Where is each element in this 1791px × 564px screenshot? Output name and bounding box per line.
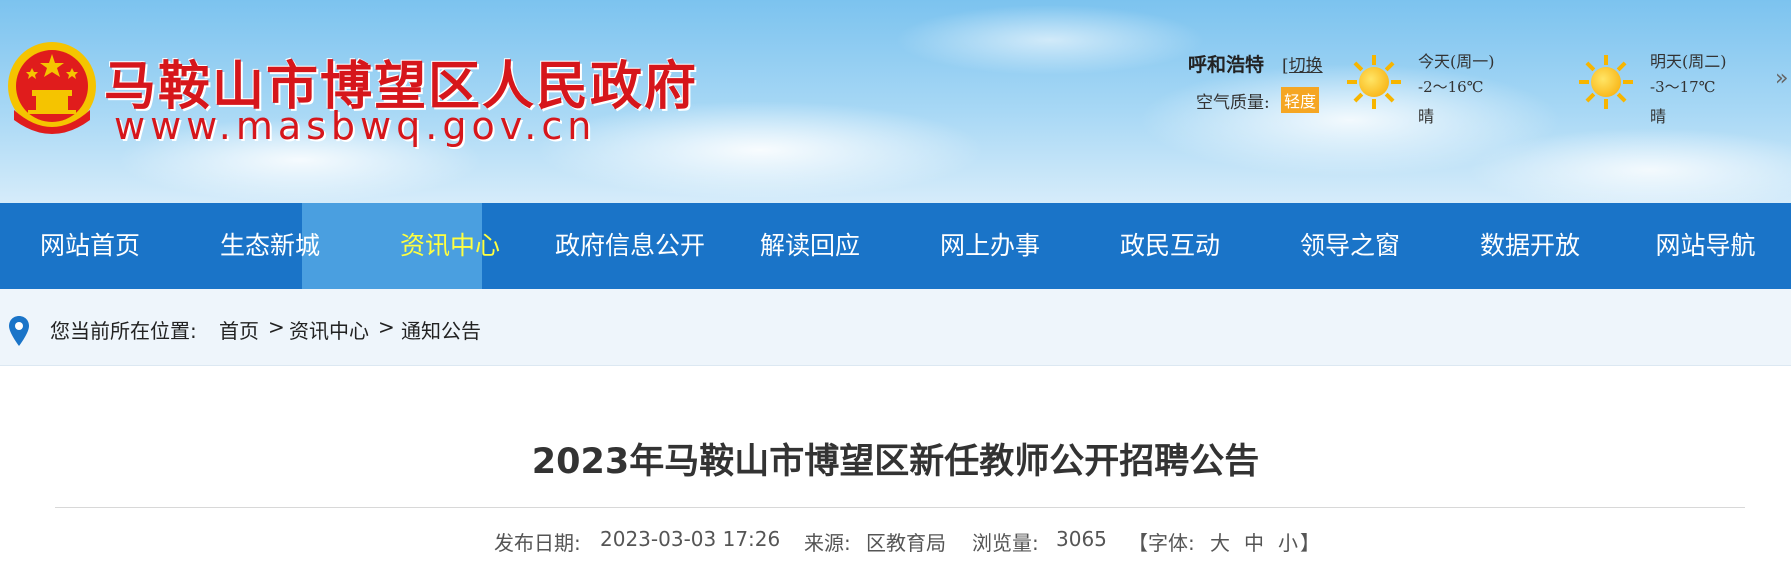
nav-item-interaction[interactable]: 政民互动 (1080, 203, 1260, 289)
weather-city: 呼和浩特 (1188, 54, 1265, 76)
font-size-open: 【字体: (1128, 531, 1195, 555)
site-header: 马鞍山市博望区人民政府 www.masbwq.gov.cn 呼和浩特 [切换 空… (0, 0, 1791, 203)
weather-condition: 晴 (1650, 107, 1667, 126)
sun-icon (1347, 55, 1401, 109)
breadcrumb-notices[interactable]: 通知公告 (401, 315, 481, 344)
nav-item-open-data[interactable]: 数据开放 (1440, 203, 1620, 289)
weather-day-label: 今天(周一) (1418, 52, 1495, 71)
nav-item-interpretation[interactable]: 解读回应 (720, 203, 900, 289)
breadcrumb-separator: > (378, 315, 395, 339)
city-switch-link[interactable]: [切换 (1282, 51, 1323, 76)
nav-item-news-center[interactable]: 资讯中心 (360, 203, 540, 289)
main-nav: 网站首页 生态新城 资讯中心 政府信息公开 解读回应 网上办事 政民互动 领导之… (0, 203, 1791, 289)
nav-item-gov-info[interactable]: 政府信息公开 (540, 203, 720, 289)
location-pin-icon (9, 316, 29, 346)
font-size-medium-button[interactable]: 中 (1244, 527, 1264, 556)
publish-date-label: 发布日期: (494, 531, 581, 555)
double-chevron-right-icon[interactable]: » (1775, 66, 1788, 91)
weather-condition: 晴 (1418, 107, 1435, 126)
views-count: 3065 (1056, 527, 1107, 551)
weather-day-label: 明天(周二) (1650, 52, 1727, 71)
weather-temp: -2～16℃ (1418, 78, 1484, 96)
weather-temp: -3～17℃ (1650, 78, 1716, 96)
publish-date: 2023-03-03 17:26 (600, 527, 781, 551)
nav-item-site-guide[interactable]: 网站导航 (1620, 203, 1791, 289)
title-divider (55, 507, 1745, 508)
source-label: 来源: (804, 531, 851, 555)
breadcrumb-separator: > (268, 315, 285, 339)
sun-icon (1579, 55, 1633, 109)
nav-item-online-services[interactable]: 网上办事 (900, 203, 1080, 289)
font-size-close: 】 (1300, 531, 1320, 555)
article-title: 2023年马鞍山市博望区新任教师公开招聘公告 (531, 442, 1260, 482)
breadcrumb-home[interactable]: 首页 (219, 315, 259, 344)
air-quality-badge: 轻度 (1281, 87, 1320, 113)
font-size-large-button[interactable]: 大 (1210, 527, 1230, 556)
breadcrumb-prefix: 您当前所在位置: (50, 319, 197, 343)
breadcrumb-news-center[interactable]: 资讯中心 (289, 315, 369, 344)
nav-item-home[interactable]: 网站首页 (0, 203, 180, 289)
site-url[interactable]: www.masbwq.gov.cn (114, 104, 596, 148)
font-size-small-button[interactable]: 小 (1278, 527, 1298, 556)
air-quality-label: 空气质量: (1196, 93, 1270, 113)
views-label: 浏览量: (972, 531, 1039, 555)
nav-item-eco-city[interactable]: 生态新城 (180, 203, 360, 289)
national-emblem-icon[interactable] (4, 40, 100, 140)
nav-item-leaders[interactable]: 领导之窗 (1260, 203, 1440, 289)
source-value: 区教育局 (866, 531, 946, 555)
